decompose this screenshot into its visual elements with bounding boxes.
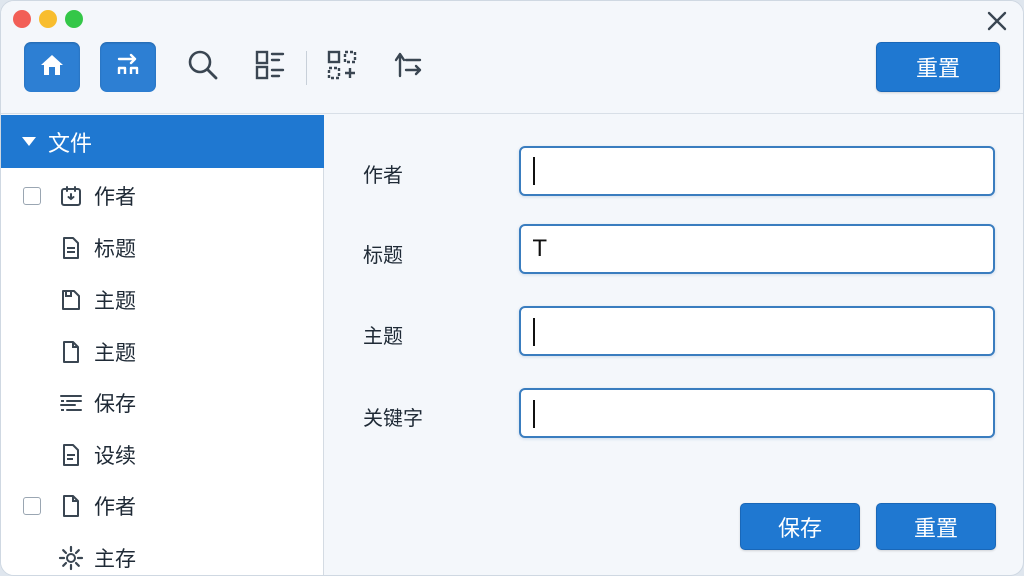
keywords-label: 关键字 — [363, 406, 423, 430]
tree-item[interactable]: 保存 — [1, 381, 324, 425]
columns-button[interactable] — [242, 42, 298, 92]
search-button[interactable] — [175, 42, 231, 92]
toolbar-separator — [306, 51, 307, 85]
tree-item-label: 主存 — [94, 547, 136, 571]
columns-icon — [253, 48, 287, 86]
tree-header-files[interactable]: 文件 — [1, 115, 324, 168]
list-icon — [58, 390, 84, 416]
app-window: 重置 文件 作者 标题 主题 主题 保存 设续 作者 主存 作者 标题 T 主题… — [0, 0, 1024, 576]
close-window-button[interactable] — [13, 10, 31, 28]
subject-field[interactable] — [519, 306, 995, 356]
tree-item-label: 主题 — [94, 341, 136, 365]
keywords-field[interactable] — [519, 388, 995, 438]
flow-icon — [113, 50, 143, 84]
minimize-window-button[interactable] — [39, 10, 57, 28]
tree-item-checkbox[interactable] — [23, 187, 41, 205]
tree-item[interactable]: 主题 — [1, 330, 324, 374]
dotted-grid-icon — [325, 48, 359, 86]
close-icon[interactable] — [983, 7, 1011, 35]
home-icon — [37, 50, 67, 84]
tree-item[interactable]: 作者 — [1, 484, 324, 528]
folder-doc-icon — [58, 287, 84, 313]
tree-item-label: 标题 — [94, 237, 136, 261]
flow-button[interactable] — [100, 42, 156, 92]
dotted-grid-button[interactable] — [314, 42, 370, 92]
search-icon — [186, 48, 220, 86]
swap-button[interactable] — [381, 42, 437, 92]
swap-icon — [392, 48, 426, 86]
tree-item[interactable]: 作者 — [1, 174, 324, 218]
document-icon — [58, 235, 84, 261]
toolbar: 重置 — [1, 1, 1023, 114]
maximize-window-button[interactable] — [65, 10, 83, 28]
tree-item-label: 作者 — [94, 495, 136, 519]
title-field[interactable] — [519, 224, 995, 274]
subject-label: 主题 — [363, 324, 403, 348]
tree-item-label: 主题 — [94, 289, 136, 313]
tree-item-label: 作者 — [94, 185, 136, 209]
document-icon — [58, 442, 84, 468]
tree-item[interactable]: 主存 — [1, 536, 324, 575]
caret-down-icon — [22, 137, 36, 146]
sidebar: 文件 作者 标题 主题 主题 保存 设续 作者 主存 — [1, 115, 324, 575]
author-field[interactable] — [519, 146, 995, 196]
tree-item-label: 设续 — [94, 444, 136, 468]
tree-item[interactable]: 主题 — [1, 278, 324, 322]
text-cursor — [533, 318, 535, 346]
home-button[interactable] — [24, 42, 80, 92]
tree-header-label: 文件 — [48, 131, 93, 157]
gear-icon — [58, 545, 84, 571]
tree-item[interactable]: 标题 — [1, 226, 324, 270]
author-label: 作者 — [363, 163, 403, 187]
page-icon — [58, 493, 84, 519]
title-label: 标题 — [363, 243, 403, 267]
window-controls — [13, 10, 83, 28]
tree-item-checkbox[interactable] — [23, 497, 41, 515]
text-cursor — [533, 157, 535, 185]
reset-button[interactable]: 重置 — [876, 503, 996, 550]
tree-item[interactable]: 设续 — [1, 433, 324, 477]
tree-item-label: 保存 — [94, 392, 136, 416]
page-icon — [58, 339, 84, 365]
toolbar-reset-button[interactable]: 重置 — [876, 42, 1000, 92]
calendar-doc-icon — [58, 183, 84, 209]
text-cursor — [533, 400, 535, 428]
save-button[interactable]: 保存 — [740, 503, 860, 550]
